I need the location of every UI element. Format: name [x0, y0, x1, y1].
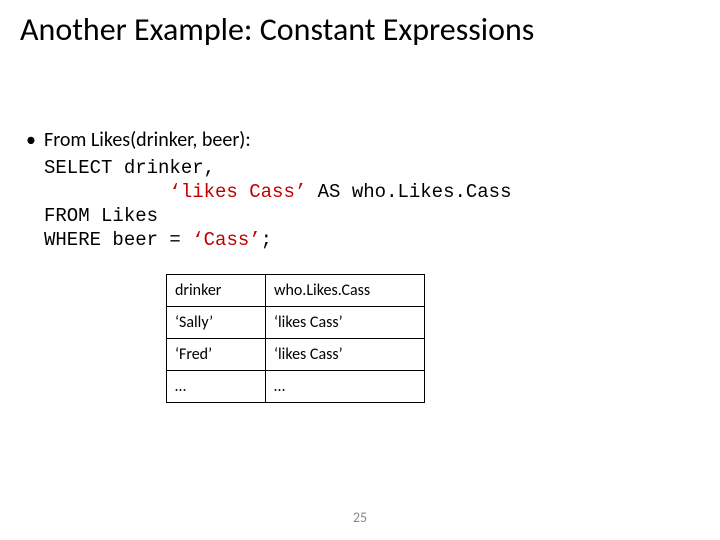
slide: Another Example: Constant Expressions • … [0, 0, 720, 540]
cell-wholikescass: … [266, 371, 425, 403]
col-header-drinker: drinker [167, 275, 266, 307]
cell-drinker: … [167, 371, 266, 403]
slide-body: • From Likes(drinker, beer): SELECT drin… [26, 128, 686, 252]
table-header-row: drinker who.Likes.Cass [167, 275, 425, 307]
col-header-wholikescass: who.Likes.Cass [266, 275, 425, 307]
cell-drinker: ‘Sally’ [167, 307, 266, 339]
result-table-wrap: drinker who.Likes.Cass ‘Sally’ ‘likes Ca… [166, 274, 425, 403]
cell-drinker: ‘Fred’ [167, 339, 266, 371]
code-line-2-indent [44, 181, 169, 203]
cell-wholikescass: ‘likes Cass’ [266, 307, 425, 339]
code-literal-likes-cass: ‘likes Cass’ [169, 181, 306, 203]
code-line-4-tail: ; [261, 229, 272, 251]
slide-title: Another Example: Constant Expressions [20, 10, 534, 49]
cell-wholikescass: ‘likes Cass’ [266, 339, 425, 371]
code-line-1: SELECT drinker, [44, 157, 215, 179]
bullet-text: From Likes(drinker, beer): [44, 128, 251, 152]
sql-code-block: SELECT drinker, ‘likes Cass’ AS who.Like… [44, 156, 686, 252]
page-number: 25 [0, 509, 720, 526]
code-line-2-tail: AS who.Likes.Cass [306, 181, 511, 203]
code-line-3: FROM Likes [44, 205, 158, 227]
result-table: drinker who.Likes.Cass ‘Sally’ ‘likes Ca… [166, 274, 425, 403]
table-row: ‘Fred’ ‘likes Cass’ [167, 339, 425, 371]
table-row: ‘Sally’ ‘likes Cass’ [167, 307, 425, 339]
bullet-dot-icon: • [26, 128, 44, 152]
code-literal-cass: ‘Cass’ [192, 229, 260, 251]
table-row: … … [167, 371, 425, 403]
code-line-4-head: WHERE beer = [44, 229, 192, 251]
bullet-item: • From Likes(drinker, beer): [26, 128, 686, 152]
